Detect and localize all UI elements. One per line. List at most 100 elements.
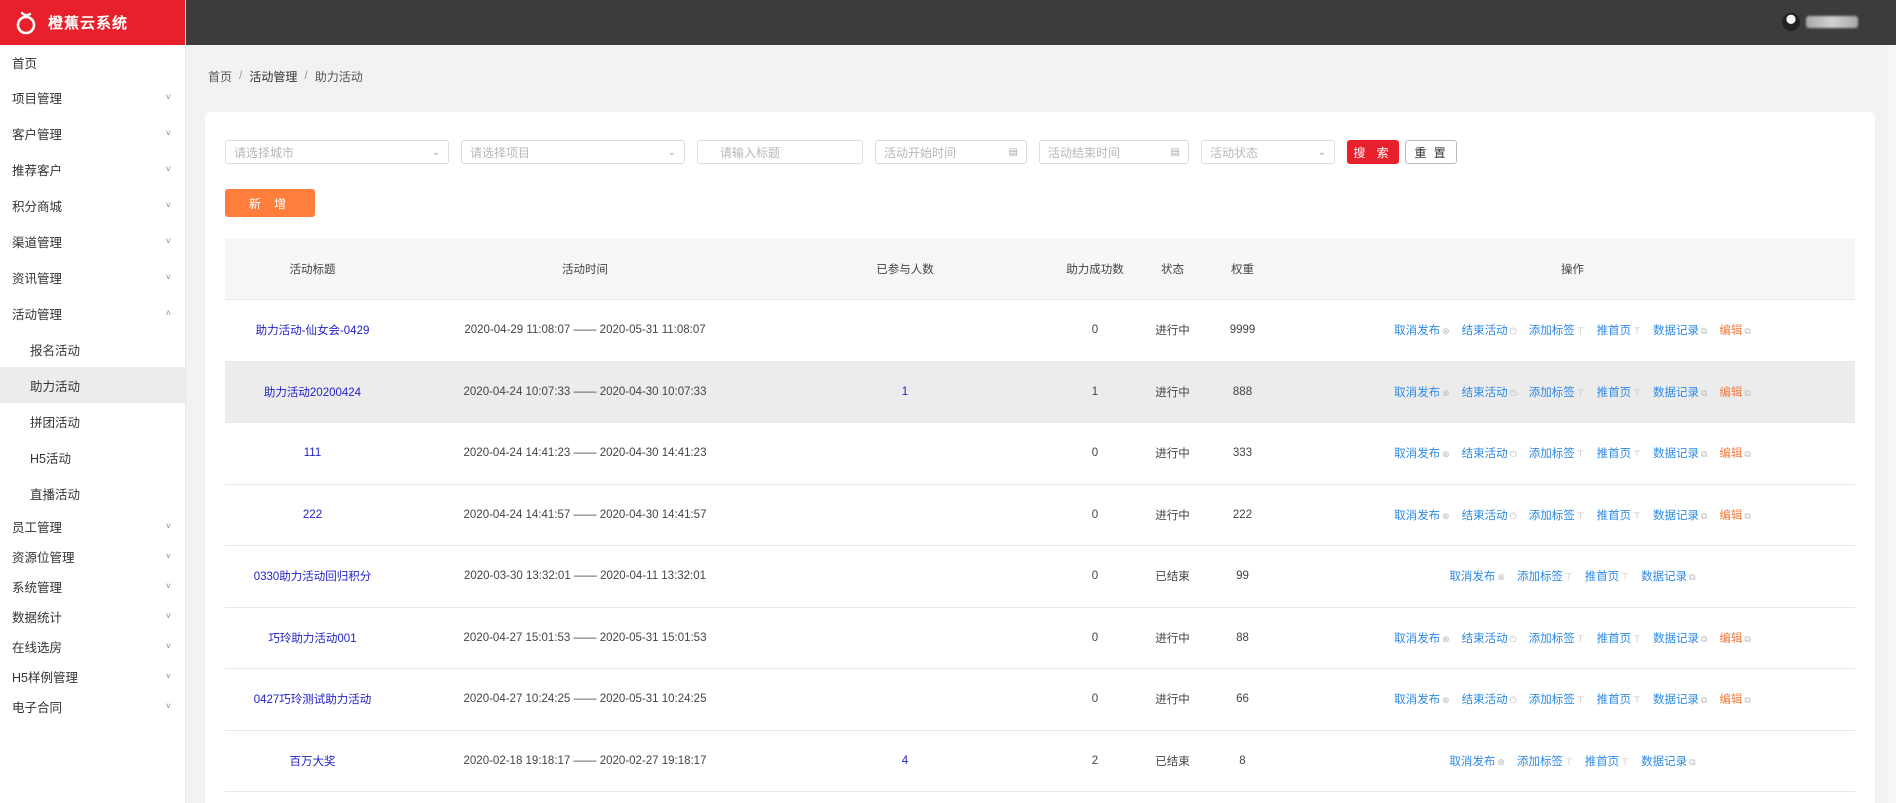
activity-title-link-text[interactable]: 助力活动20200424: [264, 387, 361, 399]
unpublish-button[interactable]: 取消发布 ⊗: [1394, 322, 1450, 338]
breadcrumb-home[interactable]: 首页: [208, 68, 232, 85]
push-home-button[interactable]: 推首页 ⊤: [1597, 691, 1641, 707]
sidebar-subitem[interactable]: 直播活动: [0, 475, 185, 511]
sidebar-subitem[interactable]: H5活动: [0, 439, 185, 475]
header-success: 助力成功数: [1066, 264, 1124, 276]
activity-title-link-text[interactable]: 0427巧玲测试助力活动: [254, 694, 372, 706]
sidebar-subitem[interactable]: 拼团活动: [0, 403, 185, 439]
data-records-button[interactable]: 数据记录 ⧉: [1653, 322, 1707, 338]
activity-title-link[interactable]: 222: [225, 509, 400, 521]
data-records-button[interactable]: 数据记录 ⧉: [1653, 445, 1707, 461]
end-activity-button[interactable]: 结束活动 ⏻: [1462, 691, 1517, 707]
weight-cell: 8: [1195, 755, 1290, 767]
avatar[interactable]: [1782, 13, 1800, 31]
add-tag-button[interactable]: 添加标签 ⊤: [1517, 568, 1573, 584]
activity-title-link-text[interactable]: 111: [304, 447, 321, 459]
activity-title-link[interactable]: 助力活动-仙女会-0429: [225, 322, 400, 338]
edit-button[interactable]: 编辑 ⧉: [1719, 507, 1750, 523]
sidebar-item[interactable]: 数据统计 ˅: [0, 601, 185, 631]
activity-title-link-text[interactable]: 巧玲助力活动001: [268, 633, 356, 645]
joined-count[interactable]: 1: [770, 386, 1040, 398]
title-input[interactable]: 请输入标题: [697, 140, 863, 164]
city-select[interactable]: 请选择城市 ⌄: [225, 140, 449, 164]
unpublish-button[interactable]: 取消发布 ⊗: [1394, 384, 1450, 400]
end-activity-button[interactable]: 结束活动 ⏻: [1462, 507, 1517, 523]
sidebar-item[interactable]: 电子合同 ˅: [0, 691, 185, 721]
sidebar-item[interactable]: 首页: [0, 45, 185, 79]
search-button[interactable]: 搜 索: [1347, 140, 1399, 164]
push-home-button[interactable]: 推首页 ⊤: [1597, 507, 1641, 523]
project-select[interactable]: 请选择项目 ⌄: [461, 140, 685, 164]
sidebar-item[interactable]: 活动管理 ˄: [0, 295, 185, 331]
push-home-button[interactable]: 推首页 ⊤: [1597, 445, 1641, 461]
sidebar-item[interactable]: 渠道管理 ˅: [0, 223, 185, 259]
unpublish-button[interactable]: 取消发布 ⊗: [1394, 691, 1450, 707]
data-records-button[interactable]: 数据记录 ⧉: [1653, 691, 1707, 707]
edit-button[interactable]: 编辑 ⧉: [1719, 384, 1750, 400]
user-menu[interactable]: [1782, 13, 1858, 31]
sidebar-subitem[interactable]: 助力活动: [0, 367, 185, 403]
sidebar-item[interactable]: 积分商城 ˅: [0, 187, 185, 223]
activity-title-link[interactable]: 111: [225, 447, 400, 459]
unpublish-button[interactable]: 取消发布 ⊗: [1449, 753, 1505, 769]
data-records-button[interactable]: 数据记录 ⧉: [1641, 568, 1695, 584]
sidebar-item[interactable]: 员工管理 ˅: [0, 511, 185, 541]
status-select[interactable]: 活动状态 ⌄: [1201, 140, 1335, 164]
push-home-button[interactable]: 推首页 ⊤: [1597, 322, 1641, 338]
sidebar-item[interactable]: 客户管理 ˅: [0, 115, 185, 151]
unpublish-button[interactable]: 取消发布 ⊗: [1449, 568, 1505, 584]
push-home-button[interactable]: 推首页 ⊤: [1597, 630, 1641, 646]
end-activity-button[interactable]: 结束活动 ⏻: [1462, 322, 1517, 338]
add-tag-button[interactable]: 添加标签 ⊤: [1529, 445, 1585, 461]
activity-title-link[interactable]: 巧玲助力活动001: [225, 630, 400, 646]
sidebar-item[interactable]: 资讯管理 ˅: [0, 259, 185, 295]
edit-button[interactable]: 编辑 ⧉: [1719, 630, 1750, 646]
edit-button[interactable]: 编辑 ⧉: [1719, 322, 1750, 338]
page-scrollbar[interactable]: [1888, 45, 1896, 803]
end-activity-button[interactable]: 结束活动 ⏻: [1462, 384, 1517, 400]
joined-count-text[interactable]: 4: [902, 755, 908, 767]
push-home-button[interactable]: 推首页 ⊤: [1597, 384, 1641, 400]
joined-count[interactable]: 4: [770, 755, 1040, 767]
add-tag-button[interactable]: 添加标签 ⊤: [1529, 630, 1585, 646]
activity-title-link[interactable]: 助力活动20200424: [225, 384, 400, 400]
activity-title-link[interactable]: 百万大奖: [225, 753, 400, 769]
sidebar-item[interactable]: H5样例管理 ˅: [0, 661, 185, 691]
unpublish-button[interactable]: 取消发布 ⊗: [1394, 445, 1450, 461]
data-records-button[interactable]: 数据记录 ⧉: [1653, 384, 1707, 400]
start-time-picker[interactable]: 活动开始时间 ▤: [875, 140, 1027, 164]
data-records-button[interactable]: 数据记录 ⧉: [1653, 630, 1707, 646]
activity-title-link-text[interactable]: 0330助力活动回归积分: [254, 571, 372, 583]
edit-button[interactable]: 编辑 ⧉: [1719, 445, 1750, 461]
activity-title-link[interactable]: 0330助力活动回归积分: [225, 568, 400, 584]
sidebar-item[interactable]: 项目管理 ˅: [0, 79, 185, 115]
data-records-button[interactable]: 数据记录 ⧉: [1641, 753, 1695, 769]
add-tag-button[interactable]: 添加标签 ⊤: [1529, 322, 1585, 338]
add-tag-button[interactable]: 添加标签 ⊤: [1529, 507, 1585, 523]
sidebar-item[interactable]: 推荐客户 ˅: [0, 151, 185, 187]
sidebar-item[interactable]: 在线选房 ˅: [0, 631, 185, 661]
add-tag-button[interactable]: 添加标签 ⊤: [1529, 691, 1585, 707]
sidebar-item[interactable]: 系统管理 ˅: [0, 571, 185, 601]
push-home-button[interactable]: 推首页 ⊤: [1585, 568, 1629, 584]
unpublish-button[interactable]: 取消发布 ⊗: [1394, 507, 1450, 523]
sidebar-subitem[interactable]: 报名活动: [0, 331, 185, 367]
activity-title-link-text[interactable]: 助力活动-仙女会-0429: [256, 325, 370, 337]
edit-button[interactable]: 编辑 ⧉: [1719, 691, 1750, 707]
activity-title-link-text[interactable]: 百万大奖: [290, 756, 336, 768]
end-activity-button[interactable]: 结束活动 ⏻: [1462, 445, 1517, 461]
add-activity-button[interactable]: 新 增: [225, 189, 315, 217]
push-home-button[interactable]: 推首页 ⊤: [1585, 753, 1629, 769]
activity-title-link[interactable]: 0427巧玲测试助力活动: [225, 691, 400, 707]
data-records-button[interactable]: 数据记录 ⧉: [1653, 507, 1707, 523]
add-tag-button[interactable]: 添加标签 ⊤: [1517, 753, 1573, 769]
unpublish-button[interactable]: 取消发布 ⊗: [1394, 630, 1450, 646]
end-time-picker[interactable]: 活动结束时间 ▤: [1039, 140, 1189, 164]
reset-button[interactable]: 重 置: [1405, 140, 1457, 164]
end-activity-button[interactable]: 结束活动 ⏻: [1462, 630, 1517, 646]
breadcrumb-section[interactable]: 活动管理: [249, 68, 297, 85]
joined-count-text[interactable]: 1: [902, 386, 908, 398]
sidebar-item[interactable]: 资源位管理 ˅: [0, 541, 185, 571]
activity-title-link-text[interactable]: 222: [303, 509, 322, 521]
add-tag-button[interactable]: 添加标签 ⊤: [1529, 384, 1585, 400]
